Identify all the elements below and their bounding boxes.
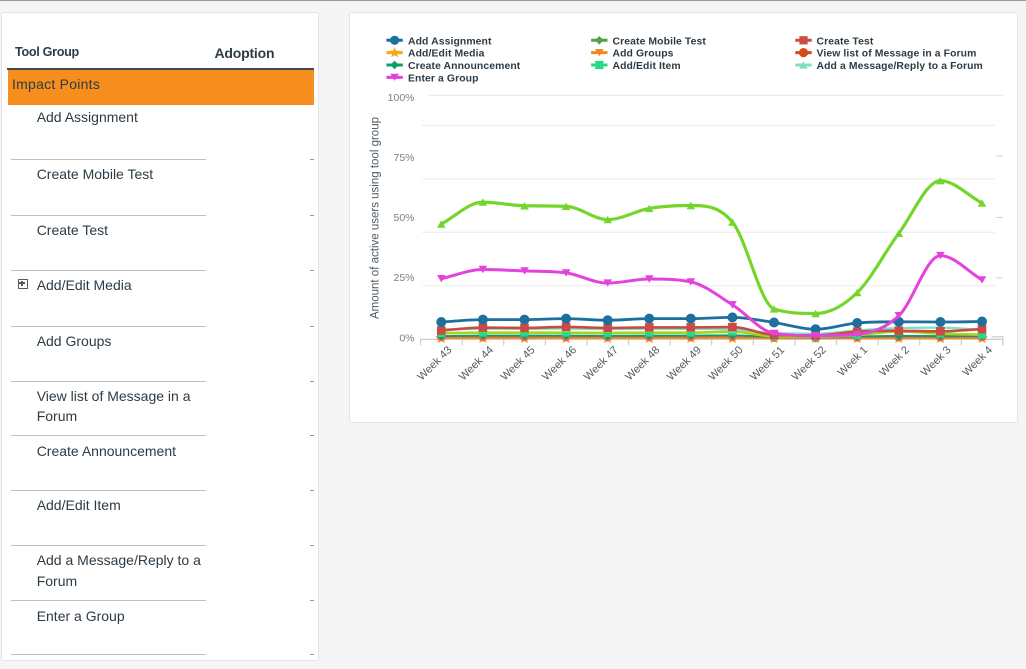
svg-text:Week 46: Week 46 <box>540 344 579 383</box>
svg-text:Week 1: Week 1 <box>836 344 871 379</box>
svg-text:Week 50: Week 50 <box>706 344 745 383</box>
svg-text:Add a Message/Reply to a Forum: Add a Message/Reply to a Forum <box>817 61 983 72</box>
svg-text:Week 44: Week 44 <box>457 344 496 383</box>
svg-text:Create Mobile Test: Create Mobile Test <box>613 36 707 47</box>
svg-text:Create Announcement: Create Announcement <box>408 61 521 72</box>
svg-text:Add Groups: Add Groups <box>613 49 674 60</box>
svg-text:Add/Edit Media: Add/Edit Media <box>408 49 485 60</box>
svg-text:Add/Edit Item: Add/Edit Item <box>613 61 681 72</box>
svg-text:25%: 25% <box>393 272 414 284</box>
svg-text:75%: 75% <box>393 152 414 164</box>
svg-text:Week 52: Week 52 <box>790 344 829 383</box>
svg-text:Week 48: Week 48 <box>623 344 662 383</box>
svg-text:Week 43: Week 43 <box>415 344 454 383</box>
svg-text:0%: 0% <box>399 332 414 344</box>
svg-text:Week 45: Week 45 <box>499 344 538 383</box>
svg-text:Week 49: Week 49 <box>665 344 704 383</box>
svg-text:50%: 50% <box>393 212 414 224</box>
svg-text:Enter a Group: Enter a Group <box>408 73 479 84</box>
svg-text:Week 2: Week 2 <box>877 344 912 379</box>
svg-text:Week 51: Week 51 <box>748 344 787 383</box>
svg-text:Week 4: Week 4 <box>960 344 995 379</box>
svg-text:Week 47: Week 47 <box>582 344 621 383</box>
svg-text:100%: 100% <box>388 92 415 104</box>
svg-text:Week 3: Week 3 <box>919 344 954 379</box>
svg-text:Add Assignment: Add Assignment <box>408 36 492 47</box>
svg-text:View list of Message in a Foru: View list of Message in a Forum <box>817 49 977 60</box>
svg-text:Amount of active users using t: Amount of active users using tool group <box>370 117 382 319</box>
svg-text:Create Test: Create Test <box>817 36 874 47</box>
